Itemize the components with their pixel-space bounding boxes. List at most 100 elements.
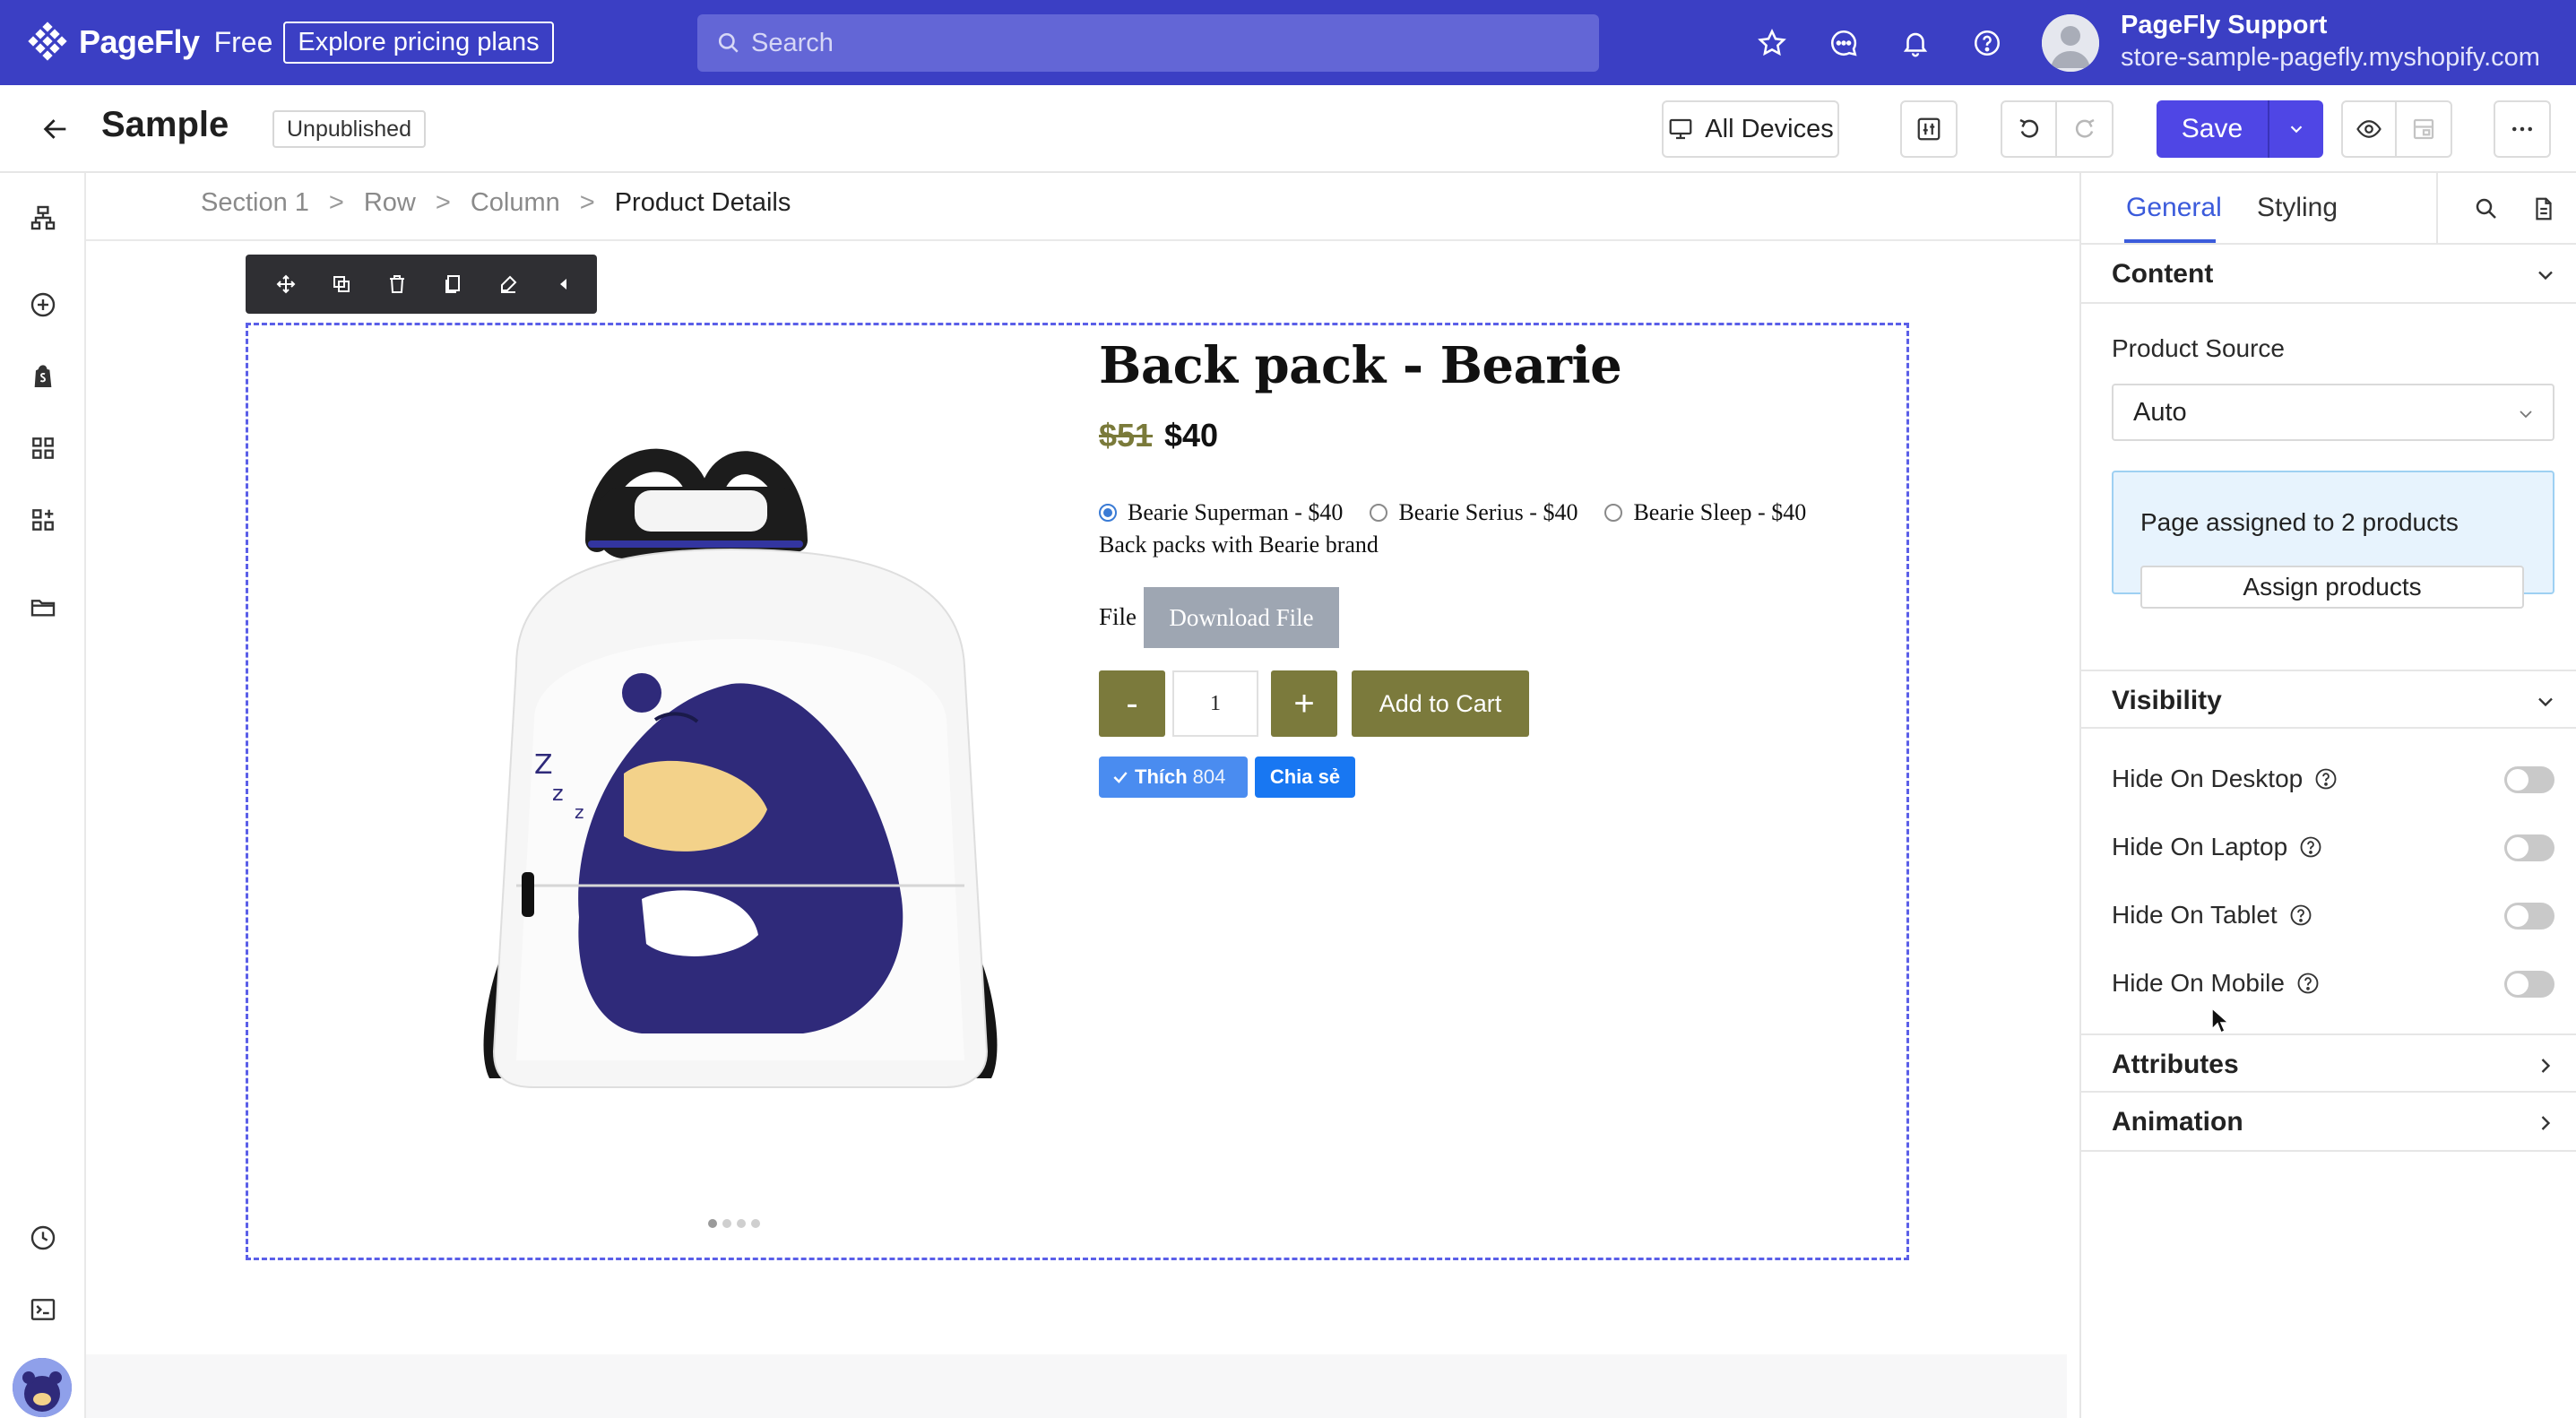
active-tab-indicator	[2124, 239, 2216, 243]
global-search-input[interactable]: Search	[697, 14, 1599, 72]
page-outline-icon[interactable]	[25, 200, 61, 236]
bell-icon[interactable]	[1897, 25, 1933, 61]
paint-style-icon[interactable]	[480, 255, 536, 314]
hide-on-tablet-label: Hide On Tablet	[2112, 901, 2278, 929]
radio-unselected[interactable]	[1370, 504, 1388, 522]
preview-eye-icon[interactable]	[2343, 102, 2398, 156]
hide-on-laptop-label: Hide On Laptop	[2112, 833, 2288, 860]
canvas-footer-area	[86, 1354, 2067, 1418]
help-circle-icon[interactable]	[2288, 903, 2313, 928]
explore-pricing-button[interactable]: Explore pricing plans	[283, 22, 554, 64]
apps-icon[interactable]	[25, 502, 61, 538]
move-icon[interactable]	[258, 255, 314, 314]
quantity-decrease-button[interactable]: -	[1099, 670, 1165, 737]
chat-icon[interactable]	[1826, 25, 1862, 61]
undo-icon[interactable]	[2002, 102, 2058, 156]
save-button-group: Save	[2157, 100, 2323, 158]
help-icon[interactable]	[1969, 25, 2005, 61]
canvas-divider	[86, 239, 2079, 241]
page-title[interactable]: Sample	[101, 105, 229, 145]
chevron-right-icon	[2541, 1116, 2551, 1130]
save-options-chevron-icon[interactable]	[2269, 119, 2323, 139]
user-store-domain[interactable]: store-sample-pagefly.myshopify.com	[2121, 43, 2540, 73]
visibility-section-header[interactable]: Visibility	[2081, 670, 2576, 729]
star-icon[interactable]	[1754, 25, 1790, 61]
variant-label: Bearie Superman - $40	[1128, 499, 1344, 525]
image-carousel-dots[interactable]	[708, 1219, 760, 1228]
save-button[interactable]: Save	[2157, 114, 2268, 144]
device-selector-button[interactable]: All Devices	[1662, 100, 1839, 158]
chevron-right-icon: >	[328, 188, 344, 217]
user-name[interactable]: PageFly Support	[2121, 11, 2327, 40]
hide-on-laptop-toggle[interactable]	[2504, 834, 2554, 861]
left-sidebar	[0, 173, 86, 1418]
assign-products-button[interactable]: Assign products	[2140, 566, 2524, 609]
copy-icon[interactable]	[425, 255, 480, 314]
download-file-button[interactable]: Download File	[1144, 587, 1339, 648]
help-circle-icon[interactable]	[2298, 834, 2323, 860]
tabs-divider	[2436, 173, 2438, 245]
content-section-header[interactable]: Content	[2081, 245, 2576, 304]
product-title[interactable]: Back pack - Bearie	[1099, 336, 1622, 395]
hide-on-mobile-toggle[interactable]	[2504, 971, 2554, 998]
publish-icon[interactable]	[2397, 116, 2451, 143]
like-label: Thích	[1135, 765, 1188, 788]
chevron-down-icon	[2520, 411, 2532, 419]
collapse-left-icon[interactable]	[536, 255, 592, 314]
sliders-icon	[1917, 117, 1941, 141]
history-clock-icon[interactable]	[25, 1220, 61, 1256]
add-element-icon[interactable]	[25, 287, 61, 323]
radio-selected[interactable]	[1099, 504, 1117, 522]
product-source-value: Auto	[2133, 397, 2187, 427]
editor-toolbar: Sample Unpublished All Devices Save	[0, 85, 2576, 173]
variant-option[interactable]: Bearie Superman - $40	[1099, 499, 1343, 526]
attributes-section-title: Attributes	[2112, 1050, 2239, 1079]
document-icon[interactable]	[2528, 193, 2560, 225]
breadcrumb-item[interactable]: Row	[364, 188, 416, 218]
content-section-title: Content	[2112, 259, 2214, 289]
back-arrow-icon[interactable]	[36, 109, 75, 149]
hide-on-mobile-row: Hide On Mobile	[2112, 965, 2554, 1001]
shopify-icon[interactable]	[25, 359, 61, 394]
quantity-increase-button[interactable]: +	[1271, 670, 1337, 737]
search-icon[interactable]	[2470, 193, 2503, 225]
product-description[interactable]: Back packs with Bearie brand	[1099, 532, 1379, 558]
variant-label: Bearie Serius - $40	[1398, 499, 1578, 525]
duplicate-icon[interactable]	[314, 255, 369, 314]
add-to-cart-button[interactable]: Add to Cart	[1352, 670, 1529, 737]
animation-section-header[interactable]: Animation	[2081, 1093, 2576, 1152]
code-terminal-icon[interactable]	[25, 1292, 61, 1327]
product-image[interactable]: Z z z	[462, 433, 1018, 1150]
facebook-share-button[interactable]: Chia sẻ	[1255, 757, 1355, 798]
assigned-products-message: Page assigned to 2 products	[2140, 508, 2459, 536]
sections-grid-icon[interactable]	[25, 430, 61, 466]
mascot-avatar[interactable]	[13, 1358, 72, 1417]
delete-icon[interactable]	[369, 255, 425, 314]
file-label: File	[1099, 603, 1137, 630]
help-circle-icon[interactable]	[2295, 971, 2321, 996]
facebook-like-button[interactable]: Thích 804	[1099, 757, 1248, 798]
breadcrumb-item[interactable]: Section 1	[201, 188, 309, 218]
redo-icon[interactable]	[2057, 116, 2112, 143]
page-settings-button[interactable]	[1900, 100, 1958, 158]
quantity-input[interactable]: 1	[1172, 670, 1258, 737]
editor-canvas[interactable]: Section 1 > Row > Column > Product Detai…	[86, 173, 2079, 1418]
variant-option[interactable]: Bearie Sleep - $40	[1604, 499, 1806, 526]
tab-styling[interactable]: Styling	[2257, 193, 2338, 223]
attributes-section-header[interactable]: Attributes	[2081, 1033, 2576, 1093]
product-source-select[interactable]: Auto	[2112, 384, 2554, 441]
more-options-button[interactable]	[2494, 100, 2551, 158]
hide-on-desktop-toggle[interactable]	[2504, 766, 2554, 793]
help-circle-icon[interactable]	[2313, 766, 2338, 791]
tab-general[interactable]: General	[2126, 193, 2222, 223]
user-avatar[interactable]	[2042, 14, 2099, 72]
radio-unselected[interactable]	[1604, 504, 1623, 522]
breadcrumb-item[interactable]: Column	[471, 188, 560, 218]
pagefly-logo[interactable]: PageFly Free	[27, 20, 272, 65]
hide-on-tablet-toggle[interactable]	[2504, 903, 2554, 929]
svg-text:z: z	[552, 781, 564, 806]
variant-option[interactable]: Bearie Serius - $40	[1370, 499, 1578, 526]
chevron-right-icon: >	[579, 188, 595, 217]
folder-icon[interactable]	[25, 589, 61, 625]
chevron-right-icon	[2541, 1059, 2551, 1073]
